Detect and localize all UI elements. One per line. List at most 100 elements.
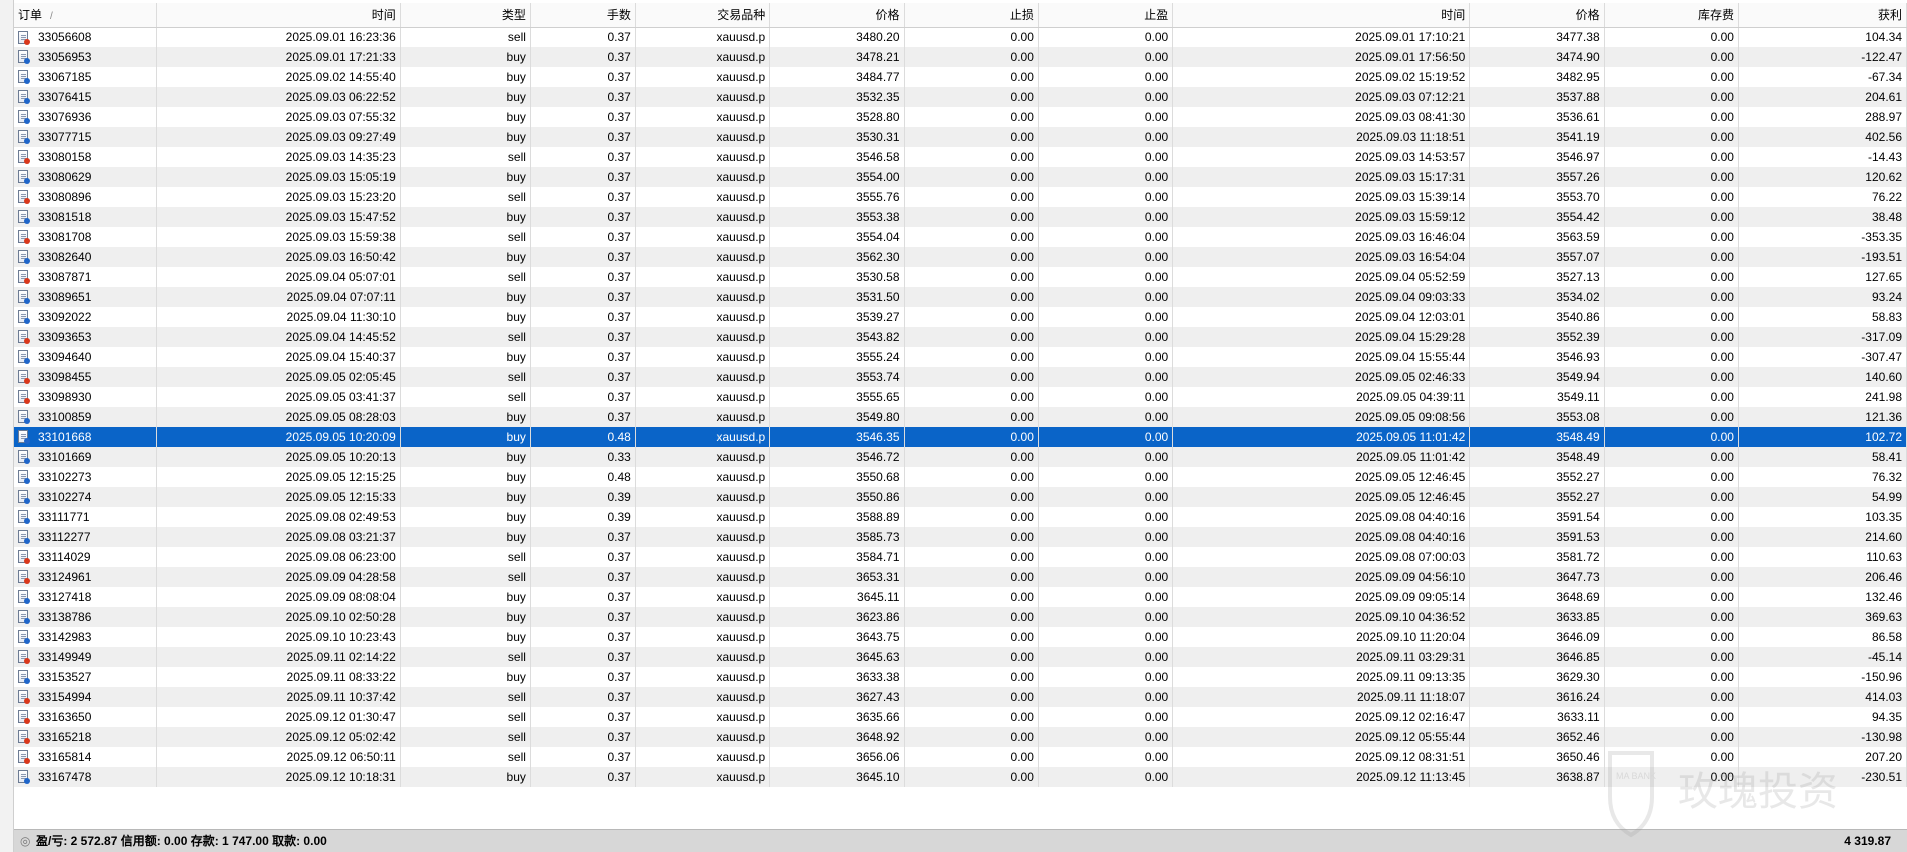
- col-header-type[interactable]: 类型: [400, 3, 531, 28]
- col-header-take-profit[interactable]: 止盈: [1038, 3, 1174, 28]
- cell-take-profit: 0.00: [1038, 87, 1174, 107]
- col-header-close-price[interactable]: 价格: [1469, 3, 1605, 28]
- table-row[interactable]: 33142983 2025.09.10 10:23:43 buy 0.37 xauusd…: [14, 627, 1907, 647]
- table-row[interactable]: 33100859 2025.09.05 08:28:03 buy 0.37 xauusd…: [14, 407, 1907, 427]
- table-row[interactable]: 33127418 2025.09.09 08:08:04 buy 0.37 xauusd…: [14, 587, 1907, 607]
- cell-symbol: xauusd.p: [635, 487, 771, 507]
- table-row[interactable]: 33111771 2025.09.08 02:49:53 buy 0.39 xauusd…: [14, 507, 1907, 527]
- table-row[interactable]: 33094640 2025.09.04 15:40:37 buy 0.37 xauusd…: [14, 347, 1907, 367]
- cell-close-time: 2025.09.03 15:17:31: [1172, 167, 1471, 187]
- cell-volume: 0.37: [530, 287, 636, 307]
- cell-trade-type: buy: [400, 67, 531, 87]
- cell-stop-loss: 0.00: [904, 287, 1039, 307]
- table-row[interactable]: 33114029 2025.09.08 06:23:00 sell 0.37 xauus…: [14, 547, 1907, 567]
- cell-order-id: 33153527: [14, 667, 158, 687]
- buy-order-icon: [18, 450, 30, 464]
- cell-volume: 0.37: [530, 207, 636, 227]
- table-row[interactable]: 33093653 2025.09.04 14:45:52 sell 0.37 xauus…: [14, 327, 1907, 347]
- table-row[interactable]: 33102273 2025.09.05 12:15:25 buy 0.48 xauusd…: [14, 467, 1907, 487]
- cell-open-price: 3645.10: [769, 767, 905, 787]
- cell-take-profit: 0.00: [1038, 247, 1174, 267]
- table-row[interactable]: 33081708 2025.09.03 15:59:38 sell 0.37 xauus…: [14, 227, 1907, 247]
- sell-order-icon: [18, 570, 30, 584]
- table-row[interactable]: 33087871 2025.09.04 05:07:01 sell 0.37 xauus…: [14, 267, 1907, 287]
- table-row[interactable]: 33138786 2025.09.10 02:50:28 buy 0.37 xauusd…: [14, 607, 1907, 627]
- col-header-symbol[interactable]: 交易品种: [635, 3, 771, 28]
- cell-open-time: 2025.09.03 15:59:38: [156, 227, 401, 247]
- table-row[interactable]: 33112277 2025.09.08 03:21:37 buy 0.37 xauusd…: [14, 527, 1907, 547]
- cell-volume: 0.37: [530, 27, 636, 47]
- table-row[interactable]: 33101668 2025.09.05 10:20:09 buy 0.48 xauusd…: [14, 427, 1907, 447]
- cell-close-time: 2025.09.05 11:01:42: [1172, 427, 1471, 447]
- col-header-volume[interactable]: 手数: [530, 3, 636, 28]
- table-row[interactable]: 33153527 2025.09.11 08:33:22 buy 0.37 xauusd…: [14, 667, 1907, 687]
- table-row[interactable]: 33163650 2025.09.12 01:30:47 sell 0.37 xauus…: [14, 707, 1907, 727]
- table-row[interactable]: 33124961 2025.09.09 04:28:58 sell 0.37 xauus…: [14, 567, 1907, 587]
- cell-volume: 0.39: [530, 487, 636, 507]
- cell-volume: 0.37: [530, 667, 636, 687]
- cell-profit: 104.34: [1738, 27, 1907, 47]
- table-row[interactable]: 33076415 2025.09.03 06:22:52 buy 0.37 xauusd…: [14, 87, 1907, 107]
- table-row[interactable]: 33056608 2025.09.01 16:23:36 sell 0.37 xauus…: [14, 27, 1907, 47]
- table-row[interactable]: 33167478 2025.09.12 10:18:31 buy 0.37 xauusd…: [14, 767, 1907, 787]
- cell-open-time: 2025.09.04 15:40:37: [156, 347, 401, 367]
- cell-open-time: 2025.09.05 03:41:37: [156, 387, 401, 407]
- cell-profit: 207.20: [1738, 747, 1907, 767]
- table-row[interactable]: 33056953 2025.09.01 17:21:33 buy 0.37 xauusd…: [14, 47, 1907, 67]
- table-row[interactable]: 33154994 2025.09.11 10:37:42 sell 0.37 xauus…: [14, 687, 1907, 707]
- table-row[interactable]: 33077715 2025.09.03 09:27:49 buy 0.37 xauusd…: [14, 127, 1907, 147]
- cell-trade-type: buy: [400, 427, 531, 447]
- table-row[interactable]: 33102274 2025.09.05 12:15:33 buy 0.39 xauusd…: [14, 487, 1907, 507]
- cell-take-profit: 0.00: [1038, 607, 1174, 627]
- table-row[interactable]: 33067185 2025.09.02 14:55:40 buy 0.37 xauusd…: [14, 67, 1907, 87]
- table-row[interactable]: 33080896 2025.09.03 15:23:20 sell 0.37 xauus…: [14, 187, 1907, 207]
- col-header-order[interactable]: 订单 /: [14, 3, 158, 28]
- cell-symbol: xauusd.p: [635, 647, 771, 667]
- cell-order-id: 33056608: [14, 27, 158, 47]
- cell-order-id: 33076415: [14, 87, 158, 107]
- table-row[interactable]: 33098455 2025.09.05 02:05:45 sell 0.37 xauus…: [14, 367, 1907, 387]
- table-row[interactable]: 33165218 2025.09.12 05:02:42 sell 0.37 xauus…: [14, 727, 1907, 747]
- col-header-swap[interactable]: 库存费: [1604, 3, 1739, 28]
- table-row[interactable]: 33149949 2025.09.11 02:14:22 sell 0.37 xauus…: [14, 647, 1907, 667]
- table-row[interactable]: 33076936 2025.09.03 07:55:32 buy 0.37 xauusd…: [14, 107, 1907, 127]
- cell-order-id: 33101668: [14, 427, 158, 447]
- cell-profit: 94.35: [1738, 707, 1907, 727]
- cell-stop-loss: 0.00: [904, 47, 1039, 67]
- col-header-open-time[interactable]: 时间: [156, 3, 401, 28]
- cell-open-time: 2025.09.12 10:18:31: [156, 767, 401, 787]
- cell-close-price: 3474.90: [1469, 47, 1605, 67]
- table-row[interactable]: 33080629 2025.09.03 15:05:19 buy 0.37 xauusd…: [14, 167, 1907, 187]
- cell-close-price: 3554.42: [1469, 207, 1605, 227]
- cell-close-time: 2025.09.03 15:39:14: [1172, 187, 1471, 207]
- col-header-profit[interactable]: 获利: [1738, 3, 1907, 28]
- table-row[interactable]: 33098930 2025.09.05 03:41:37 sell 0.37 xauus…: [14, 387, 1907, 407]
- table-row[interactable]: 33082640 2025.09.03 16:50:42 buy 0.37 xauusd…: [14, 247, 1907, 267]
- col-header-close-time[interactable]: 时间: [1172, 3, 1471, 28]
- cell-close-time: 2025.09.05 09:08:56: [1172, 407, 1471, 427]
- cell-open-price: 3555.76: [769, 187, 905, 207]
- cell-take-profit: 0.00: [1038, 227, 1174, 247]
- sell-order-icon: [18, 270, 30, 284]
- cell-profit: 369.63: [1738, 607, 1907, 627]
- cell-stop-loss: 0.00: [904, 327, 1039, 347]
- table-row[interactable]: 33101669 2025.09.05 10:20:13 buy 0.33 xauusd…: [14, 447, 1907, 467]
- cell-close-price: 3638.87: [1469, 767, 1605, 787]
- table-row[interactable]: 33089651 2025.09.04 07:07:11 buy 0.37 xauusd…: [14, 287, 1907, 307]
- cell-order-id: 33163650: [14, 707, 158, 727]
- cell-volume: 0.37: [530, 747, 636, 767]
- cell-close-price: 3652.46: [1469, 727, 1605, 747]
- cell-open-price: 3643.75: [769, 627, 905, 647]
- table-row[interactable]: 33081518 2025.09.03 15:47:52 buy 0.37 xauusd…: [14, 207, 1907, 227]
- cell-trade-type: buy: [400, 487, 531, 507]
- cell-trade-type: buy: [400, 347, 531, 367]
- table-row[interactable]: 33092022 2025.09.04 11:30:10 buy 0.37 xauusd…: [14, 307, 1907, 327]
- cell-swap: 0.00: [1604, 347, 1739, 367]
- cell-profit: 214.60: [1738, 527, 1907, 547]
- table-row[interactable]: 33080158 2025.09.03 14:35:23 sell 0.37 xauus…: [14, 147, 1907, 167]
- col-header-stop-loss[interactable]: 止损: [904, 3, 1039, 28]
- col-header-open-price[interactable]: 价格: [769, 3, 905, 28]
- cell-profit: 140.60: [1738, 367, 1907, 387]
- cell-swap: 0.00: [1604, 227, 1739, 247]
- table-row[interactable]: 33165814 2025.09.12 06:50:11 sell 0.37 xauus…: [14, 747, 1907, 767]
